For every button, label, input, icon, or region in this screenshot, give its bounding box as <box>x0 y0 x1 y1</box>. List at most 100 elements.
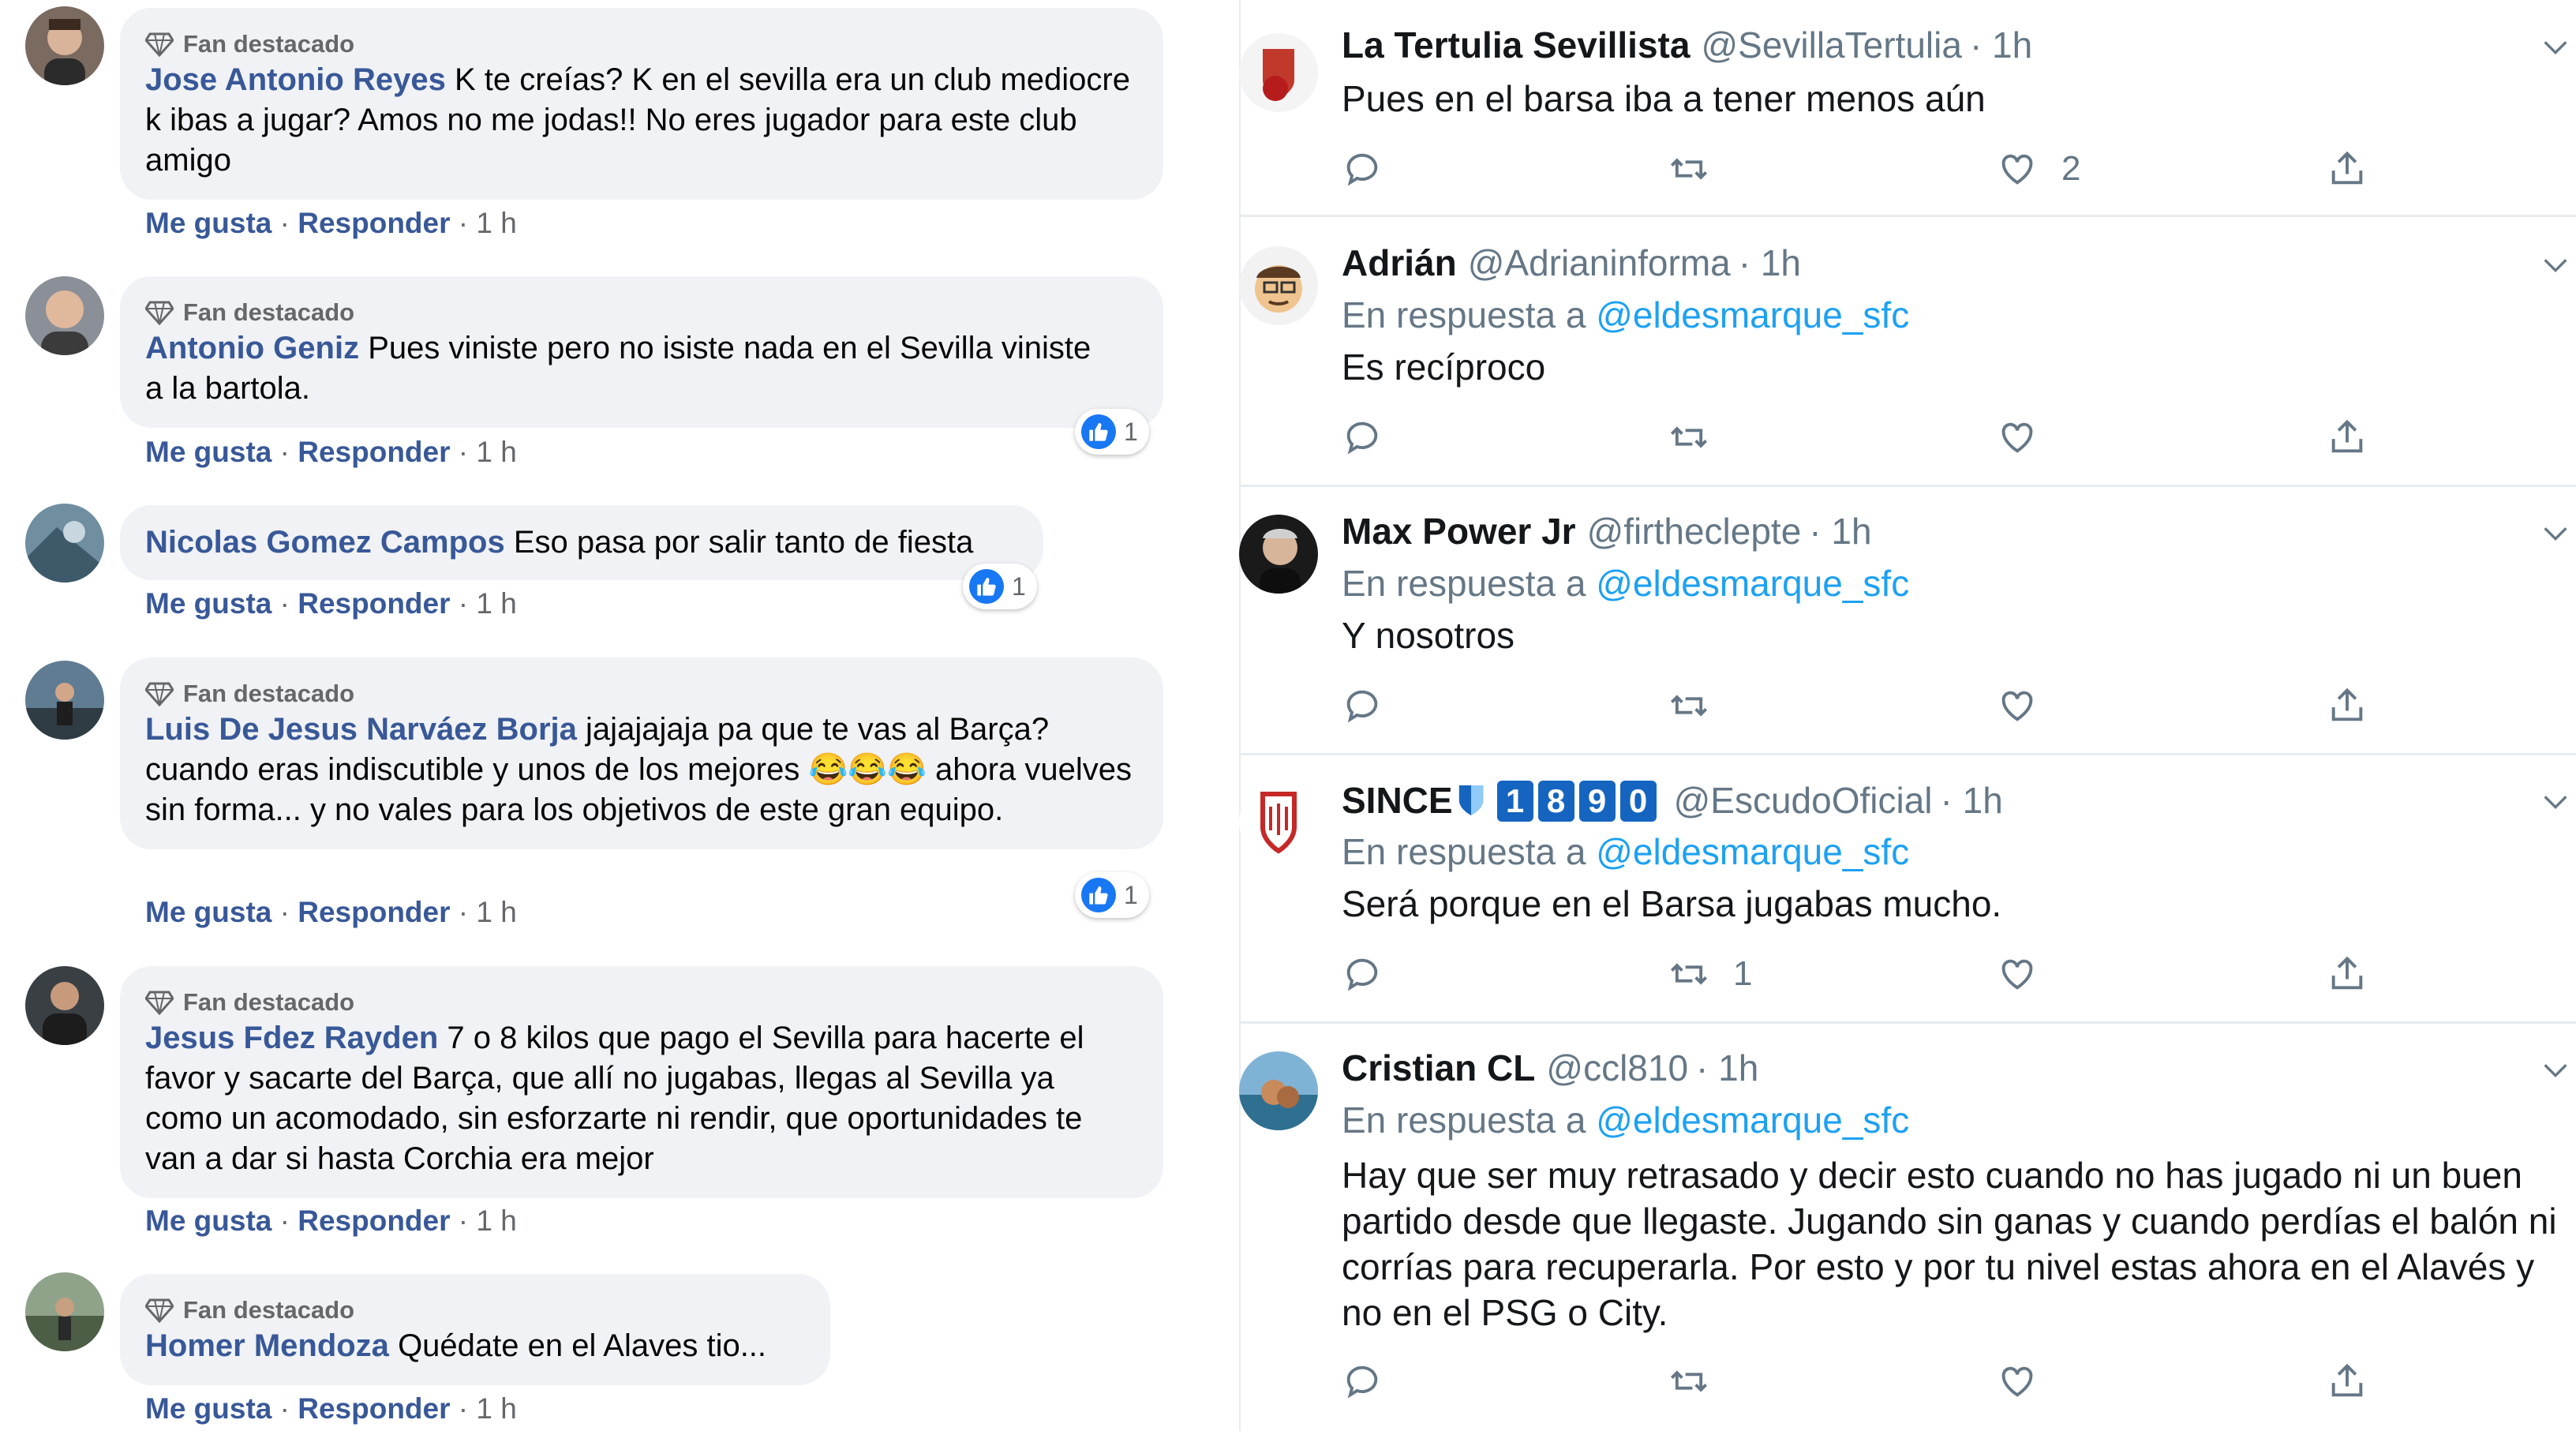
mention-link[interactable]: @eldesmarque_sfc <box>1596 831 1909 872</box>
comment-actions: Me gusta · Responder · 1 h <box>145 207 517 239</box>
retweet-button[interactable] <box>1668 682 1733 729</box>
like-link[interactable]: Me gusta <box>145 1392 271 1425</box>
handle[interactable]: @firtheclepte <box>1587 510 1802 553</box>
comment-author[interactable]: Antonio Geniz <box>145 331 359 365</box>
avatar[interactable] <box>25 1272 104 1351</box>
comment-author[interactable]: Luis De Jesus Narváez Borja <box>145 712 577 747</box>
comment-time[interactable]: 1 h <box>476 436 516 468</box>
name-badges: 1890 <box>1492 778 1657 822</box>
tweet-actions <box>1342 1358 2557 1405</box>
timestamp[interactable]: · 1h <box>1970 24 2032 66</box>
like-link[interactable]: Me gusta <box>145 896 271 928</box>
chevron-down-icon[interactable] <box>2540 32 2571 63</box>
timestamp[interactable]: · 1h <box>1739 242 1801 284</box>
share-button[interactable] <box>2327 145 2368 193</box>
tweet-actions: 2 <box>1342 145 2557 193</box>
like-link[interactable]: Me gusta <box>145 207 271 239</box>
share-button[interactable] <box>2327 414 2368 461</box>
display-name[interactable]: Adrián <box>1342 242 1457 284</box>
reaction-count[interactable]: 1 <box>1075 409 1149 455</box>
share-button[interactable] <box>2327 1358 2368 1405</box>
avatar[interactable] <box>25 504 104 583</box>
handle[interactable]: @EscudoOficial <box>1674 779 1933 822</box>
mention-link[interactable]: @eldesmarque_sfc <box>1596 294 1909 335</box>
fan-badge: Fan destacado <box>145 28 1138 60</box>
timestamp[interactable]: · 1h <box>1696 1047 1758 1089</box>
display-name[interactable]: SINCE <box>1342 779 1453 822</box>
like-link[interactable]: Me gusta <box>145 436 271 468</box>
tweet-text: Será porque en el Barsa jugabas mucho. <box>1342 883 2002 924</box>
reply-button[interactable] <box>1342 1358 1383 1405</box>
share-button[interactable] <box>2327 950 2368 998</box>
avatar[interactable] <box>25 661 104 740</box>
retweet-button[interactable] <box>1668 1358 1733 1405</box>
comment-time[interactable]: 1 h <box>476 207 516 239</box>
avatar[interactable] <box>25 6 104 85</box>
like-link[interactable]: Me gusta <box>145 1204 271 1237</box>
reaction-count[interactable]: 1 <box>1075 872 1149 918</box>
like-heart-icon <box>2001 691 2033 721</box>
reply-link[interactable]: Responder <box>298 1392 450 1425</box>
tweet-actions <box>1342 682 2557 729</box>
divider <box>1239 215 2576 217</box>
avatar[interactable] <box>1239 783 1318 862</box>
chevron-down-icon[interactable] <box>2540 786 2571 818</box>
reply-link[interactable]: Responder <box>298 896 450 928</box>
comment-author[interactable]: Homer Mendoza <box>145 1328 389 1363</box>
share-icon <box>2331 151 2363 185</box>
retweet-button[interactable] <box>1668 145 1733 193</box>
comment-author[interactable]: Nicolas Gomez Campos <box>145 525 505 560</box>
handle[interactable]: @Adrianinforma <box>1468 242 1731 284</box>
reply-link[interactable]: Responder <box>298 587 450 620</box>
comment-time[interactable]: 1 h <box>476 1204 516 1237</box>
reply-button[interactable] <box>1342 414 1383 461</box>
like-button[interactable]: 2 <box>1997 145 2080 193</box>
avatar[interactable] <box>1239 33 1318 112</box>
comment-text: Homer Mendoza Quédate en el Alaves tio..… <box>145 1326 805 1366</box>
divider <box>1239 485 2576 487</box>
tweet-text: Es recíproco <box>1342 347 1546 388</box>
like-button[interactable] <box>1997 950 2061 998</box>
reply-link[interactable]: Responder <box>298 207 450 239</box>
timestamp[interactable]: · 1h <box>1941 779 2003 822</box>
timestamp[interactable]: · 1h <box>1809 510 1871 553</box>
reply-button[interactable] <box>1342 682 1383 729</box>
diamond-icon <box>145 301 174 325</box>
comment-actions: Me gusta · Responder · 1 h <box>145 1204 517 1237</box>
display-name[interactable]: Cristian CL <box>1342 1047 1535 1089</box>
avatar[interactable] <box>25 966 104 1045</box>
comment-author[interactable]: Jose Antonio Reyes <box>145 62 446 97</box>
retweet-button[interactable]: 1 <box>1668 950 1752 998</box>
like-button[interactable] <box>1997 682 2061 729</box>
like-button[interactable] <box>1997 414 2061 461</box>
comment-time[interactable]: 1 h <box>476 896 516 928</box>
share-button[interactable] <box>2327 682 2368 729</box>
mention-link[interactable]: @eldesmarque_sfc <box>1596 1099 1909 1141</box>
reply-button[interactable] <box>1342 145 1383 193</box>
avatar[interactable] <box>1239 1051 1318 1130</box>
like-heart-icon <box>2001 1366 2033 1397</box>
like-button[interactable] <box>1997 1358 2061 1405</box>
reaction-count[interactable]: 1 <box>963 564 1037 609</box>
avatar[interactable] <box>1239 246 1318 325</box>
comment-time[interactable]: 1 h <box>476 1392 516 1425</box>
chevron-down-icon[interactable] <box>2540 518 2571 549</box>
fan-badge: Fan destacado <box>145 987 1138 1018</box>
chevron-down-icon[interactable] <box>2540 1055 2571 1086</box>
handle[interactable]: @SevillaTertulia <box>1701 24 1962 66</box>
handle[interactable]: @ccl810 <box>1546 1047 1688 1089</box>
reply-link[interactable]: Responder <box>298 1204 450 1237</box>
reply-link[interactable]: Responder <box>298 436 450 468</box>
tweet-text: Hay que ser muy retrasado y decir esto c… <box>1342 1155 2557 1333</box>
mention-link[interactable]: @eldesmarque_sfc <box>1596 563 1909 604</box>
retweet-button[interactable] <box>1668 414 1733 461</box>
comment-author[interactable]: Jesus Fdez Rayden <box>145 1021 438 1055</box>
avatar[interactable] <box>1239 515 1318 594</box>
chevron-down-icon[interactable] <box>2540 249 2571 281</box>
reply-button[interactable] <box>1342 950 1383 998</box>
comment-time[interactable]: 1 h <box>476 587 516 620</box>
display-name[interactable]: La Tertulia Sevillista <box>1342 24 1690 66</box>
display-name[interactable]: Max Power Jr <box>1342 510 1576 553</box>
like-link[interactable]: Me gusta <box>145 587 271 620</box>
avatar[interactable] <box>25 276 104 355</box>
